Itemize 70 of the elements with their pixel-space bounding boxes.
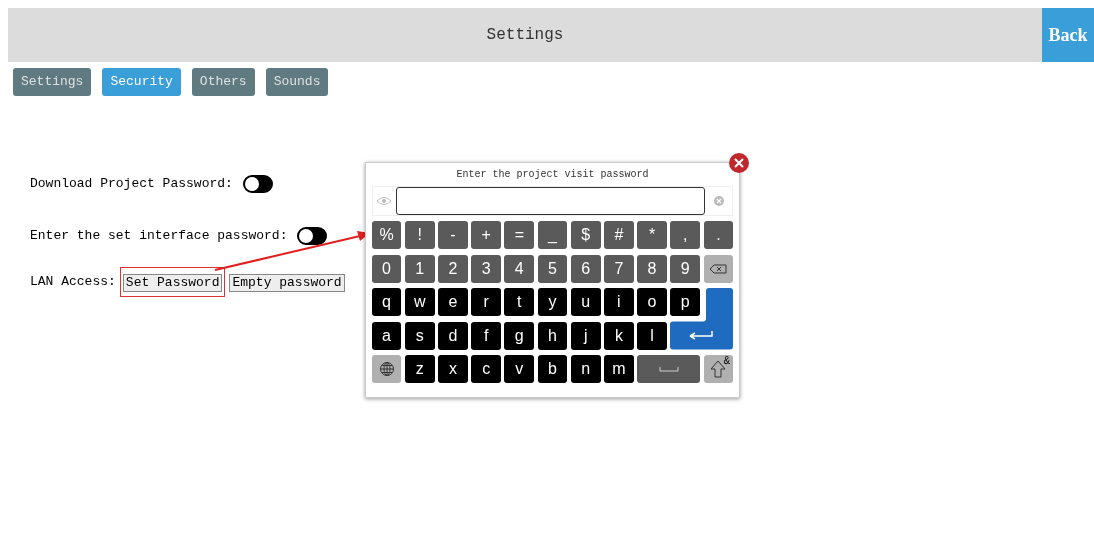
key[interactable]: v	[504, 355, 535, 383]
key[interactable]: a	[371, 321, 402, 350]
key[interactable]: j	[570, 321, 601, 350]
backspace-icon	[709, 263, 728, 274]
key[interactable]: h	[537, 321, 568, 350]
key[interactable]: 2	[438, 254, 468, 283]
key[interactable]: #	[604, 221, 634, 249]
tab[interactable]: Sounds	[265, 68, 329, 96]
toggle-switch[interactable]	[297, 227, 328, 245]
key[interactable]: y	[537, 288, 568, 316]
key[interactable]: 4	[504, 254, 535, 283]
setting-label: Enter the set interface password:	[30, 227, 288, 246]
dialog-title: Enter the project visit password	[456, 169, 649, 181]
globe-icon	[378, 361, 395, 377]
backspace-key[interactable]	[703, 254, 734, 283]
key[interactable]: 1	[404, 254, 435, 283]
key[interactable]: q	[371, 288, 402, 316]
key[interactable]: ,	[670, 221, 701, 249]
enter-key[interactable]	[670, 288, 734, 350]
key[interactable]: 9	[670, 254, 701, 283]
password-field[interactable]	[396, 187, 705, 215]
key[interactable]: k	[604, 321, 634, 350]
key[interactable]: r	[471, 288, 501, 316]
key[interactable]: +	[471, 221, 501, 249]
key[interactable]: t	[504, 288, 535, 316]
key[interactable]: s	[404, 321, 435, 350]
setting-button[interactable]: Empty password	[229, 274, 345, 292]
key[interactable]: $	[570, 221, 601, 249]
key[interactable]: *	[637, 221, 667, 249]
tab[interactable]: Settings	[13, 68, 92, 96]
shift-key[interactable]: &	[703, 355, 734, 383]
key[interactable]: %	[371, 221, 402, 249]
key[interactable]: =	[504, 221, 535, 249]
key[interactable]: !	[404, 221, 435, 249]
setting-label: LAN Access:	[30, 273, 116, 292]
key[interactable]: c	[471, 355, 501, 383]
key[interactable]: z	[404, 355, 435, 383]
key[interactable]: n	[570, 355, 601, 383]
close-icon	[734, 158, 744, 168]
key[interactable]: x	[438, 355, 468, 383]
key[interactable]: 8	[637, 254, 667, 283]
key[interactable]: 5	[537, 254, 568, 283]
close-button[interactable]	[729, 153, 749, 173]
space-icon	[658, 366, 679, 372]
key[interactable]: l	[637, 321, 667, 350]
key[interactable]: -	[438, 221, 468, 249]
key[interactable]: 0	[371, 254, 402, 283]
language-key[interactable]	[371, 355, 402, 383]
key[interactable]: e	[438, 288, 468, 316]
shift-label: &	[723, 355, 731, 367]
key[interactable]: w	[404, 288, 435, 316]
key[interactable]: 6	[570, 254, 601, 283]
tab[interactable]: Others	[191, 68, 255, 96]
key[interactable]: u	[570, 288, 601, 316]
key[interactable]: g	[504, 321, 535, 350]
toggle-switch[interactable]	[242, 175, 273, 193]
key[interactable]: _	[537, 221, 568, 249]
setting-label: Download Project Password:	[30, 175, 233, 194]
key[interactable]: i	[604, 288, 634, 316]
key[interactable]: 3	[471, 254, 501, 283]
key[interactable]: m	[604, 355, 634, 383]
key[interactable]: f	[471, 321, 501, 350]
page-title: Settings	[486, 25, 564, 46]
key[interactable]: d	[438, 321, 468, 350]
key[interactable]: o	[637, 288, 667, 316]
key[interactable]: .	[703, 221, 734, 249]
key[interactable]: p	[670, 288, 701, 316]
key[interactable]: b	[537, 355, 568, 383]
key[interactable]: 7	[604, 254, 634, 283]
setting-button[interactable]: Set Password	[122, 274, 223, 292]
